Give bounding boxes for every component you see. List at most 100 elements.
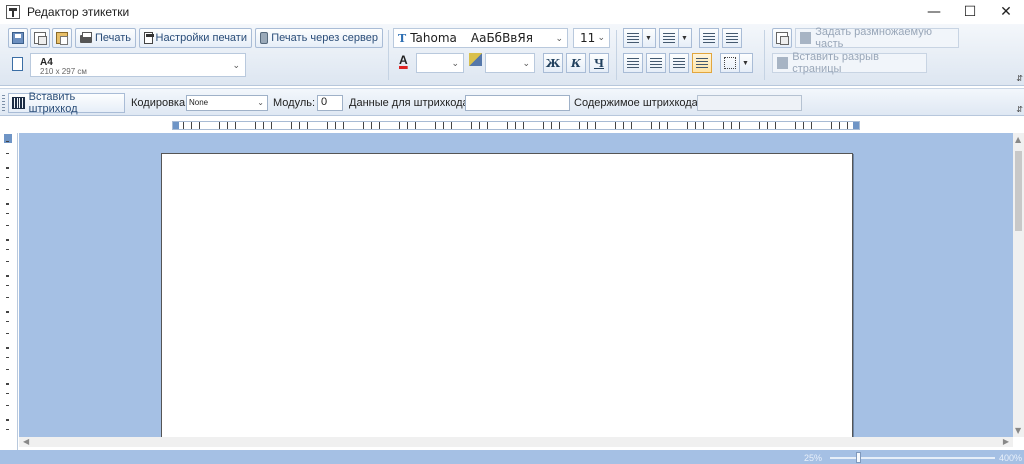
printer-icon [80, 32, 92, 43]
chevron-down-icon: ⌄ [232, 60, 240, 70]
print-settings-button[interactable]: Настройки печати [139, 28, 252, 48]
page-format-icon [12, 57, 23, 71]
insert-barcode-button[interactable]: Вставить штрихкод [8, 91, 125, 115]
increase-indent-icon [726, 33, 738, 43]
module-input[interactable]: 0 [317, 95, 343, 111]
status-bar: 25% 400% [0, 450, 1024, 464]
scroll-down-icon[interactable]: ▼ [1015, 426, 1021, 435]
close-button[interactable]: ✕ [988, 0, 1024, 24]
print-settings-icon [144, 32, 154, 44]
copy-icon [34, 32, 47, 45]
toolbar-grip[interactable] [2, 95, 5, 111]
font-family-dropdown[interactable]: T Tahoma АаБбВвЯя ⌄ [393, 28, 568, 48]
chevron-down-icon: ⌄ [257, 98, 264, 107]
document-workspace [19, 133, 1013, 437]
window-controls: — ☐ ✕ [916, 0, 1024, 24]
paper-dimensions: 210 x 297 см [40, 67, 87, 76]
copy-button[interactable] [30, 28, 50, 48]
edit-template-button[interactable] [772, 28, 792, 48]
barcode-icon [12, 97, 25, 109]
font-size-value: 11 [580, 31, 596, 45]
decrease-indent-icon [703, 33, 715, 43]
set-repeat-part-button[interactable]: Задать размножаемую часть [795, 26, 959, 50]
set-repeat-part-label: Задать размножаемую часть [815, 26, 932, 50]
encoding-value: None [189, 98, 209, 107]
separator [764, 30, 765, 80]
scroll-right-icon[interactable]: ▶ [1003, 437, 1009, 446]
edit-template-icon [776, 32, 789, 45]
align-right-button[interactable] [669, 53, 689, 73]
repeat-part-icon [800, 32, 812, 44]
vertical-ruler-ticks [6, 141, 9, 441]
truetype-font-icon: T [398, 31, 407, 45]
dropdown-arrow-icon: ▼ [678, 29, 690, 47]
align-center-button[interactable] [646, 53, 666, 73]
zoom-slider-track[interactable] [830, 457, 995, 459]
right-margin-marker[interactable] [853, 122, 859, 129]
insert-barcode-label: Вставить штрихкод [28, 91, 78, 115]
borders-button[interactable]: ▼ [720, 53, 753, 73]
numbered-list-button[interactable]: ▼ [659, 28, 692, 48]
insert-page-break-label: Вставить разрыв страницы [792, 51, 879, 75]
font-color-icon[interactable]: A [399, 53, 408, 67]
bullet-list-button[interactable]: ▼ [623, 28, 656, 48]
module-label: Модуль: [273, 97, 316, 109]
title-bar: Редактор этикетки — ☐ ✕ [0, 0, 1024, 24]
vertical-ruler[interactable] [0, 133, 18, 450]
encoding-label: Кодировка: [131, 97, 189, 109]
print-server-button[interactable]: Печать через сервер [255, 28, 383, 48]
left-margin-marker[interactable] [173, 122, 179, 129]
italic-button[interactable]: К [566, 53, 586, 73]
dropdown-arrow-icon: ▼ [739, 54, 751, 72]
paste-icon [56, 32, 68, 45]
barcode-content-field [697, 95, 802, 111]
ruler-area [0, 117, 1024, 133]
highlight-color-dropdown[interactable]: ⌄ [485, 53, 535, 73]
maximize-button[interactable]: ☐ [952, 0, 988, 24]
save-button[interactable] [8, 28, 28, 48]
chevron-down-icon: ⌄ [555, 33, 563, 43]
server-icon [260, 32, 269, 44]
scroll-left-icon[interactable]: ◀ [23, 437, 29, 446]
chevron-down-icon: ⌄ [451, 58, 459, 68]
toolbar-overflow-icon[interactable]: ⇵ [1016, 105, 1023, 114]
paper-size-dropdown[interactable]: A4 210 x 297 см ⌄ [30, 53, 246, 77]
zoom-min-label: 25% [804, 453, 823, 463]
font-size-dropdown[interactable]: 11 ⌄ [573, 28, 610, 48]
label-page[interactable] [161, 153, 853, 437]
barcode-data-input[interactable] [465, 95, 570, 111]
chevron-down-icon: ⌄ [597, 33, 605, 43]
ribbon-overflow-icon[interactable]: ⇵ [1016, 74, 1023, 83]
barcode-content-label: Содержимое штрихкода: [574, 97, 701, 109]
align-left-icon [627, 58, 639, 68]
font-name: Tahoma [410, 31, 457, 45]
scroll-up-icon[interactable]: ▲ [1015, 135, 1021, 144]
align-justify-button[interactable] [692, 53, 712, 73]
font-sample: АаБбВвЯя [470, 31, 533, 45]
align-right-icon [673, 58, 685, 68]
align-justify-icon [696, 58, 708, 68]
ribbon-toolbar: Печать Настройки печати Печать через сер… [0, 24, 1024, 86]
underline-button[interactable]: Ч [589, 53, 609, 73]
increase-indent-button[interactable] [722, 28, 742, 48]
highlight-color-icon[interactable] [469, 53, 482, 66]
barcode-toolbar: Вставить штрихкод Кодировка: None ⌄ Моду… [0, 88, 1024, 116]
zoom-slider-thumb[interactable] [856, 452, 862, 463]
bold-button[interactable]: Ж [543, 53, 563, 73]
save-icon [12, 32, 24, 44]
align-left-button[interactable] [623, 53, 643, 73]
scroll-thumb[interactable] [1015, 151, 1022, 231]
insert-page-break-button[interactable]: Вставить разрыв страницы [772, 51, 927, 75]
minimize-button[interactable]: — [916, 0, 952, 24]
horizontal-ruler[interactable] [172, 121, 860, 130]
horizontal-scrollbar[interactable]: ◀ ▶ [19, 437, 1013, 447]
print-server-label: Печать через сервер [271, 32, 378, 44]
print-button[interactable]: Печать [75, 28, 136, 48]
paste-button[interactable] [52, 28, 72, 48]
encoding-select[interactable]: None ⌄ [186, 95, 268, 111]
borders-icon [724, 57, 736, 69]
decrease-indent-button[interactable] [699, 28, 719, 48]
vertical-scrollbar[interactable]: ▲ ▼ [1013, 133, 1024, 437]
numbered-list-icon [663, 33, 675, 43]
font-color-dropdown[interactable]: ⌄ [416, 53, 464, 73]
